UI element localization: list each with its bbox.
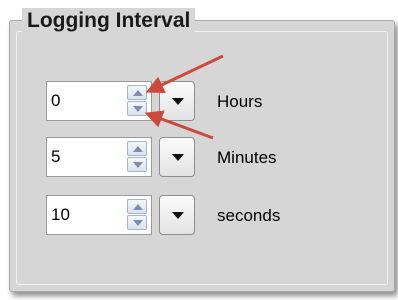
minutes-dropdown-button[interactable]: [159, 137, 195, 177]
triangle-up-icon: [133, 146, 143, 152]
chevron-down-icon: [172, 154, 184, 161]
hours-row: 0 Hours: [46, 81, 366, 123]
seconds-decrement-button[interactable]: [127, 215, 147, 230]
minutes-row: 5 Minutes: [46, 137, 366, 179]
hours-dropdown-button[interactable]: [159, 81, 195, 121]
minutes-input[interactable]: 5: [46, 137, 152, 177]
seconds-spinner: [127, 199, 147, 231]
seconds-input[interactable]: 10: [46, 195, 152, 235]
hours-increment-button[interactable]: [127, 85, 147, 100]
seconds-label: seconds: [217, 206, 281, 225]
seconds-value: 10: [51, 205, 70, 224]
triangle-up-icon: [133, 204, 143, 210]
minutes-increment-button[interactable]: [127, 141, 147, 156]
seconds-row: 10 seconds: [46, 195, 366, 237]
hours-decrement-button[interactable]: [127, 101, 147, 116]
triangle-up-icon: [133, 90, 143, 96]
triangle-down-icon: [133, 106, 143, 112]
triangle-down-icon: [133, 162, 143, 168]
hours-label: Hours: [217, 92, 263, 111]
hours-value: 0: [51, 91, 61, 110]
seconds-dropdown-button[interactable]: [159, 195, 195, 235]
chevron-down-icon: [172, 212, 184, 219]
page: Logging Interval 0 Hours 5 Minutes 10 se…: [0, 0, 398, 300]
minutes-decrement-button[interactable]: [127, 157, 147, 172]
hours-input[interactable]: 0: [46, 81, 152, 121]
minutes-spinner: [127, 141, 147, 173]
minutes-value: 5: [51, 147, 61, 166]
seconds-increment-button[interactable]: [127, 199, 147, 214]
chevron-down-icon: [172, 98, 184, 105]
hours-spinner: [127, 85, 147, 117]
triangle-down-icon: [133, 220, 143, 226]
minutes-label: Minutes: [217, 148, 277, 167]
groupbox-title: Logging Interval: [22, 8, 196, 34]
